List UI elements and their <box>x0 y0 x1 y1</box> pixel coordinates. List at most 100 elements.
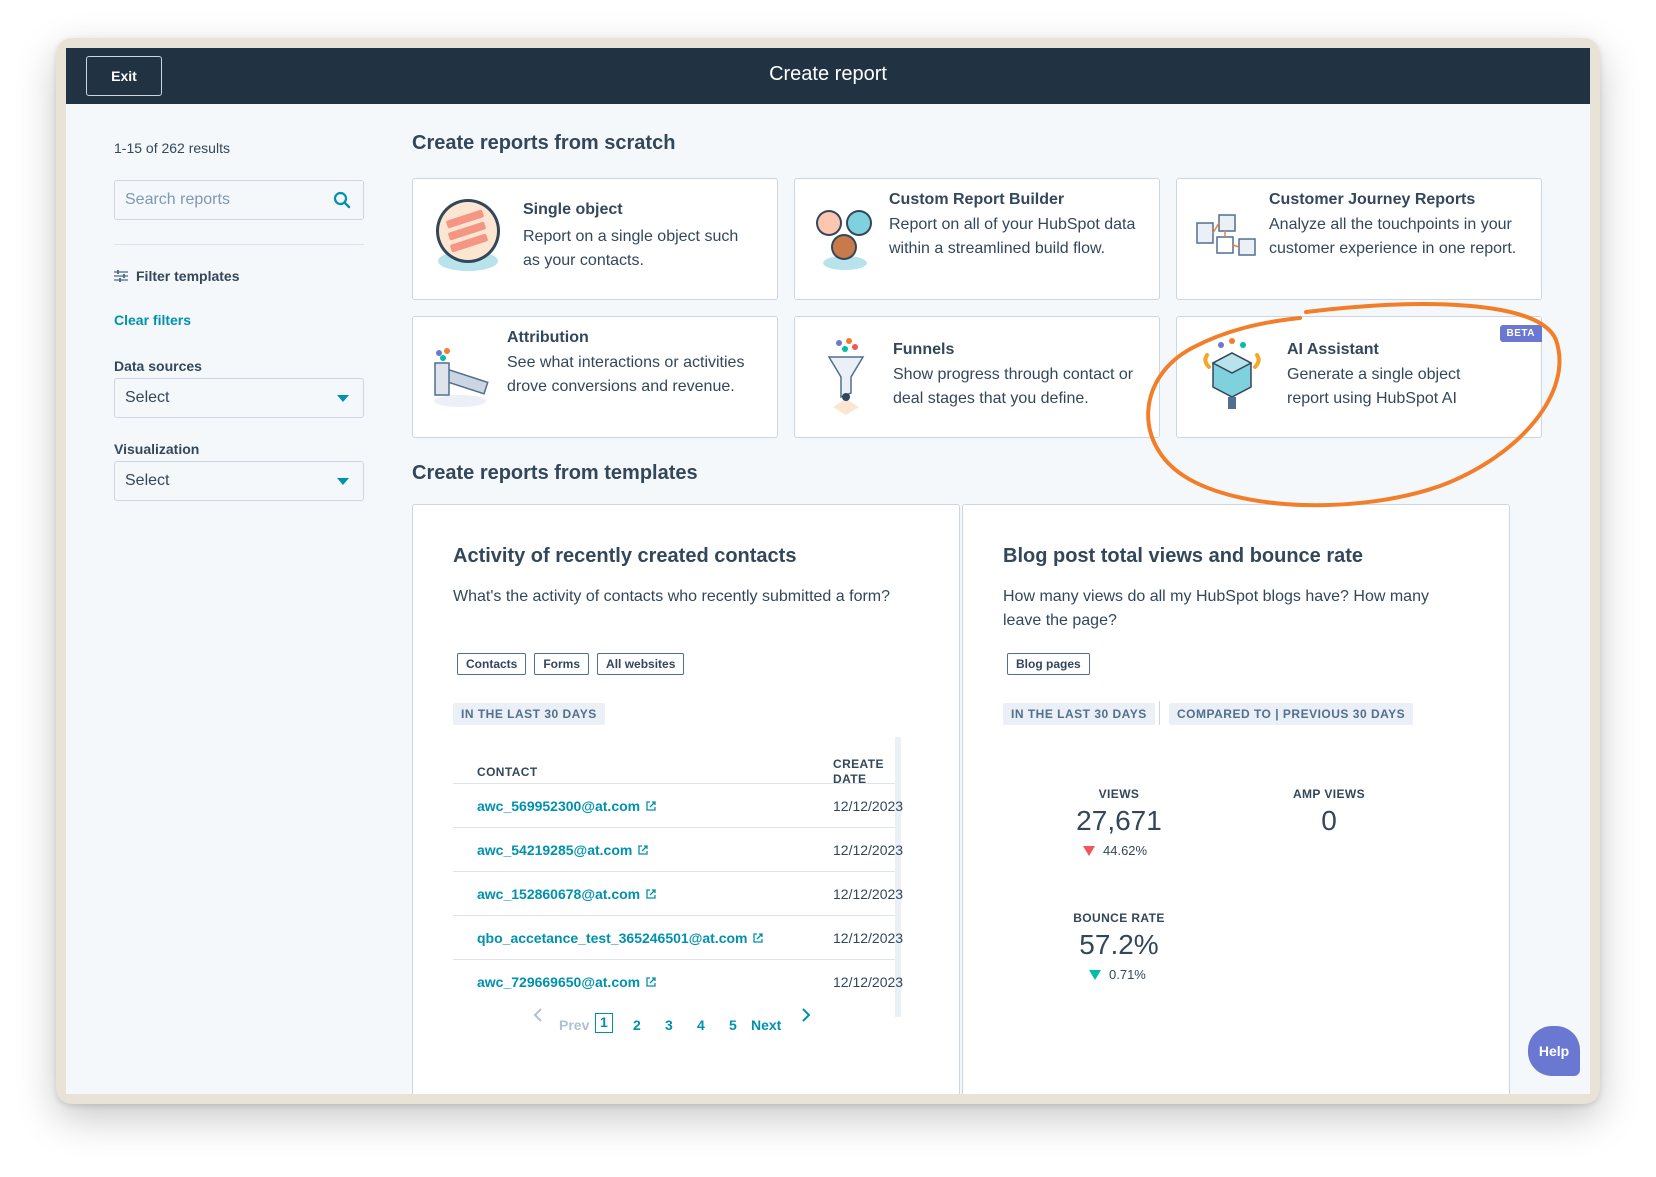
external-link-icon <box>646 801 656 811</box>
tag: Forms <box>534 653 590 675</box>
data-sources-select[interactable]: Select <box>114 378 364 418</box>
sidebar-divider <box>114 244 364 245</box>
single-object-icon <box>436 199 500 271</box>
tag-list: Blog pages <box>1007 653 1090 675</box>
external-link-icon <box>638 845 648 855</box>
card-desc: Analyze all the touchpoints in your cust… <box>1269 216 1517 257</box>
column-header-contact: CONTACT <box>477 765 538 779</box>
top-bar: Exit Create report <box>66 48 1590 104</box>
visualization-select[interactable]: Select <box>114 461 364 501</box>
results-count: 1-15 of 262 results <box>114 140 230 156</box>
filter-templates-label: Filter templates <box>136 268 240 284</box>
card-funnels[interactable]: Funnels Show progress through contact or… <box>794 316 1160 438</box>
trend-down-icon <box>1083 845 1095 856</box>
metric-label: AMP VIEWS <box>1292 787 1366 801</box>
metric-change-value: 44.62% <box>1103 843 1148 858</box>
template-title: Blog post total views and bounce rate <box>1003 545 1364 567</box>
create-date: 12/12/2023 <box>833 886 904 902</box>
table-row: awc_54219285@at.com 12/12/2023 <box>453 827 903 873</box>
metric-change-value: 0.71% <box>1109 967 1146 982</box>
contact-email[interactable]: awc_729669650@at.com <box>477 974 640 990</box>
visualization-label: Visualization <box>114 441 200 457</box>
template-desc: How many views do all my HubSpot blogs h… <box>1003 588 1429 629</box>
chevron-right-icon[interactable] <box>801 1008 811 1022</box>
contact-link[interactable]: awc_569952300@at.com <box>477 798 657 814</box>
customer-journey-icon <box>1196 214 1256 256</box>
contact-link[interactable]: awc_54219285@at.com <box>477 842 649 858</box>
card-desc: Show progress through contact or deal st… <box>893 366 1134 407</box>
external-link-icon <box>646 889 656 899</box>
contact-link[interactable]: awc_152860678@at.com <box>477 886 657 902</box>
external-link-icon <box>646 977 656 987</box>
template-title: Activity of recently created contacts <box>453 545 797 567</box>
table-row: qbo_accetance_test_365246501@at.com 12/1… <box>453 915 903 961</box>
template-card-blog[interactable]: Blog post total views and bounce rate Ho… <box>962 504 1510 1094</box>
filter-templates: Filter templates <box>114 268 239 284</box>
contact-email[interactable]: awc_152860678@at.com <box>477 886 640 902</box>
scratch-section-title: Create reports from scratch <box>412 132 676 154</box>
card-attribution[interactable]: Attribution See what interactions or act… <box>412 316 778 438</box>
metric-value: 57.2% <box>1079 929 1159 960</box>
create-date: 12/12/2023 <box>833 930 904 946</box>
contact-email[interactable]: awc_54219285@at.com <box>477 842 632 858</box>
table-row: awc_569952300@at.com 12/12/2023 <box>453 783 903 829</box>
help-button[interactable]: Help <box>1528 1026 1580 1076</box>
app-window: Exit Create report 1-15 of 262 results F… <box>66 48 1590 1094</box>
pager-page-1[interactable]: 1 <box>595 1013 613 1033</box>
contact-email[interactable]: qbo_accetance_test_365246501@at.com <box>477 930 747 946</box>
search-box[interactable] <box>114 180 364 220</box>
metric-value: 0 <box>1321 805 1337 836</box>
ai-assistant-icon <box>1203 338 1261 409</box>
data-sources-value: Select <box>125 389 170 406</box>
card-title: Funnels <box>893 341 955 358</box>
custom-report-builder-icon <box>816 210 872 270</box>
date-range-chip: IN THE LAST 30 DAYS <box>1003 703 1155 725</box>
trend-down-icon <box>1089 969 1101 980</box>
pager-page-2[interactable]: 2 <box>633 1017 641 1033</box>
card-customer-journey[interactable]: Customer Journey Reports Analyze all the… <box>1176 178 1542 300</box>
card-title: AI Assistant <box>1287 341 1379 358</box>
tag: All websites <box>597 653 685 675</box>
card-title: Custom Report Builder <box>889 191 1065 208</box>
contact-email[interactable]: awc_569952300@at.com <box>477 798 640 814</box>
metric-change: 0.71% <box>1089 967 1146 982</box>
contact-link[interactable]: awc_729669650@at.com <box>477 974 657 990</box>
clear-filters-link[interactable]: Clear filters <box>114 312 191 328</box>
template-card-activity[interactable]: Activity of recently created contacts Wh… <box>412 504 960 1094</box>
table-row: awc_152860678@at.com 12/12/2023 <box>453 871 903 917</box>
templates-section-title: Create reports from templates <box>412 462 698 484</box>
page-title: Create report <box>769 63 887 85</box>
pager-next[interactable]: Next <box>751 1017 781 1033</box>
metric-label: BOUNCE RATE <box>1073 911 1165 925</box>
chevron-down-icon <box>337 478 349 485</box>
card-title: Customer Journey Reports <box>1269 191 1476 208</box>
beta-badge: BETA <box>1499 325 1542 342</box>
search-icon[interactable] <box>333 191 351 209</box>
card-desc: Report on a single object such as your c… <box>523 228 739 269</box>
pager-page-5[interactable]: 5 <box>729 1017 737 1033</box>
card-custom-report-builder[interactable]: Custom Report Builder Report on all of y… <box>794 178 1160 300</box>
attribution-icon <box>434 348 489 407</box>
card-single-object[interactable]: Single object Report on a single object … <box>412 178 778 300</box>
pager-page-3[interactable]: 3 <box>665 1017 673 1033</box>
compare-chip: COMPARED TO | PREVIOUS 30 DAYS <box>1169 703 1414 725</box>
card-title: Single object <box>523 201 623 218</box>
metric-change: 44.62% <box>1083 843 1147 858</box>
contact-link[interactable]: qbo_accetance_test_365246501@at.com <box>477 930 764 946</box>
pager-prev[interactable]: Prev <box>559 1017 589 1033</box>
visualization-value: Select <box>125 472 170 489</box>
funnel-icon <box>827 338 865 415</box>
create-date: 12/12/2023 <box>833 842 904 858</box>
date-range-chip: IN THE LAST 30 DAYS <box>453 703 605 725</box>
search-input[interactable] <box>115 181 315 219</box>
data-sources-label: Data sources <box>114 358 202 374</box>
metric-value: 27,671 <box>1076 805 1162 836</box>
card-ai-assistant[interactable]: BETA AI Assistant Generate a single obje… <box>1176 316 1542 438</box>
metric-label: VIEWS <box>1098 787 1140 801</box>
card-desc: Generate a single object report using Hu… <box>1287 366 1461 407</box>
tag: Blog pages <box>1007 653 1090 675</box>
chevron-left-icon[interactable] <box>533 1008 543 1022</box>
pager-page-4[interactable]: 4 <box>697 1017 705 1033</box>
chip-divider <box>1159 701 1160 725</box>
template-desc: What's the activity of contacts who rece… <box>453 588 891 605</box>
